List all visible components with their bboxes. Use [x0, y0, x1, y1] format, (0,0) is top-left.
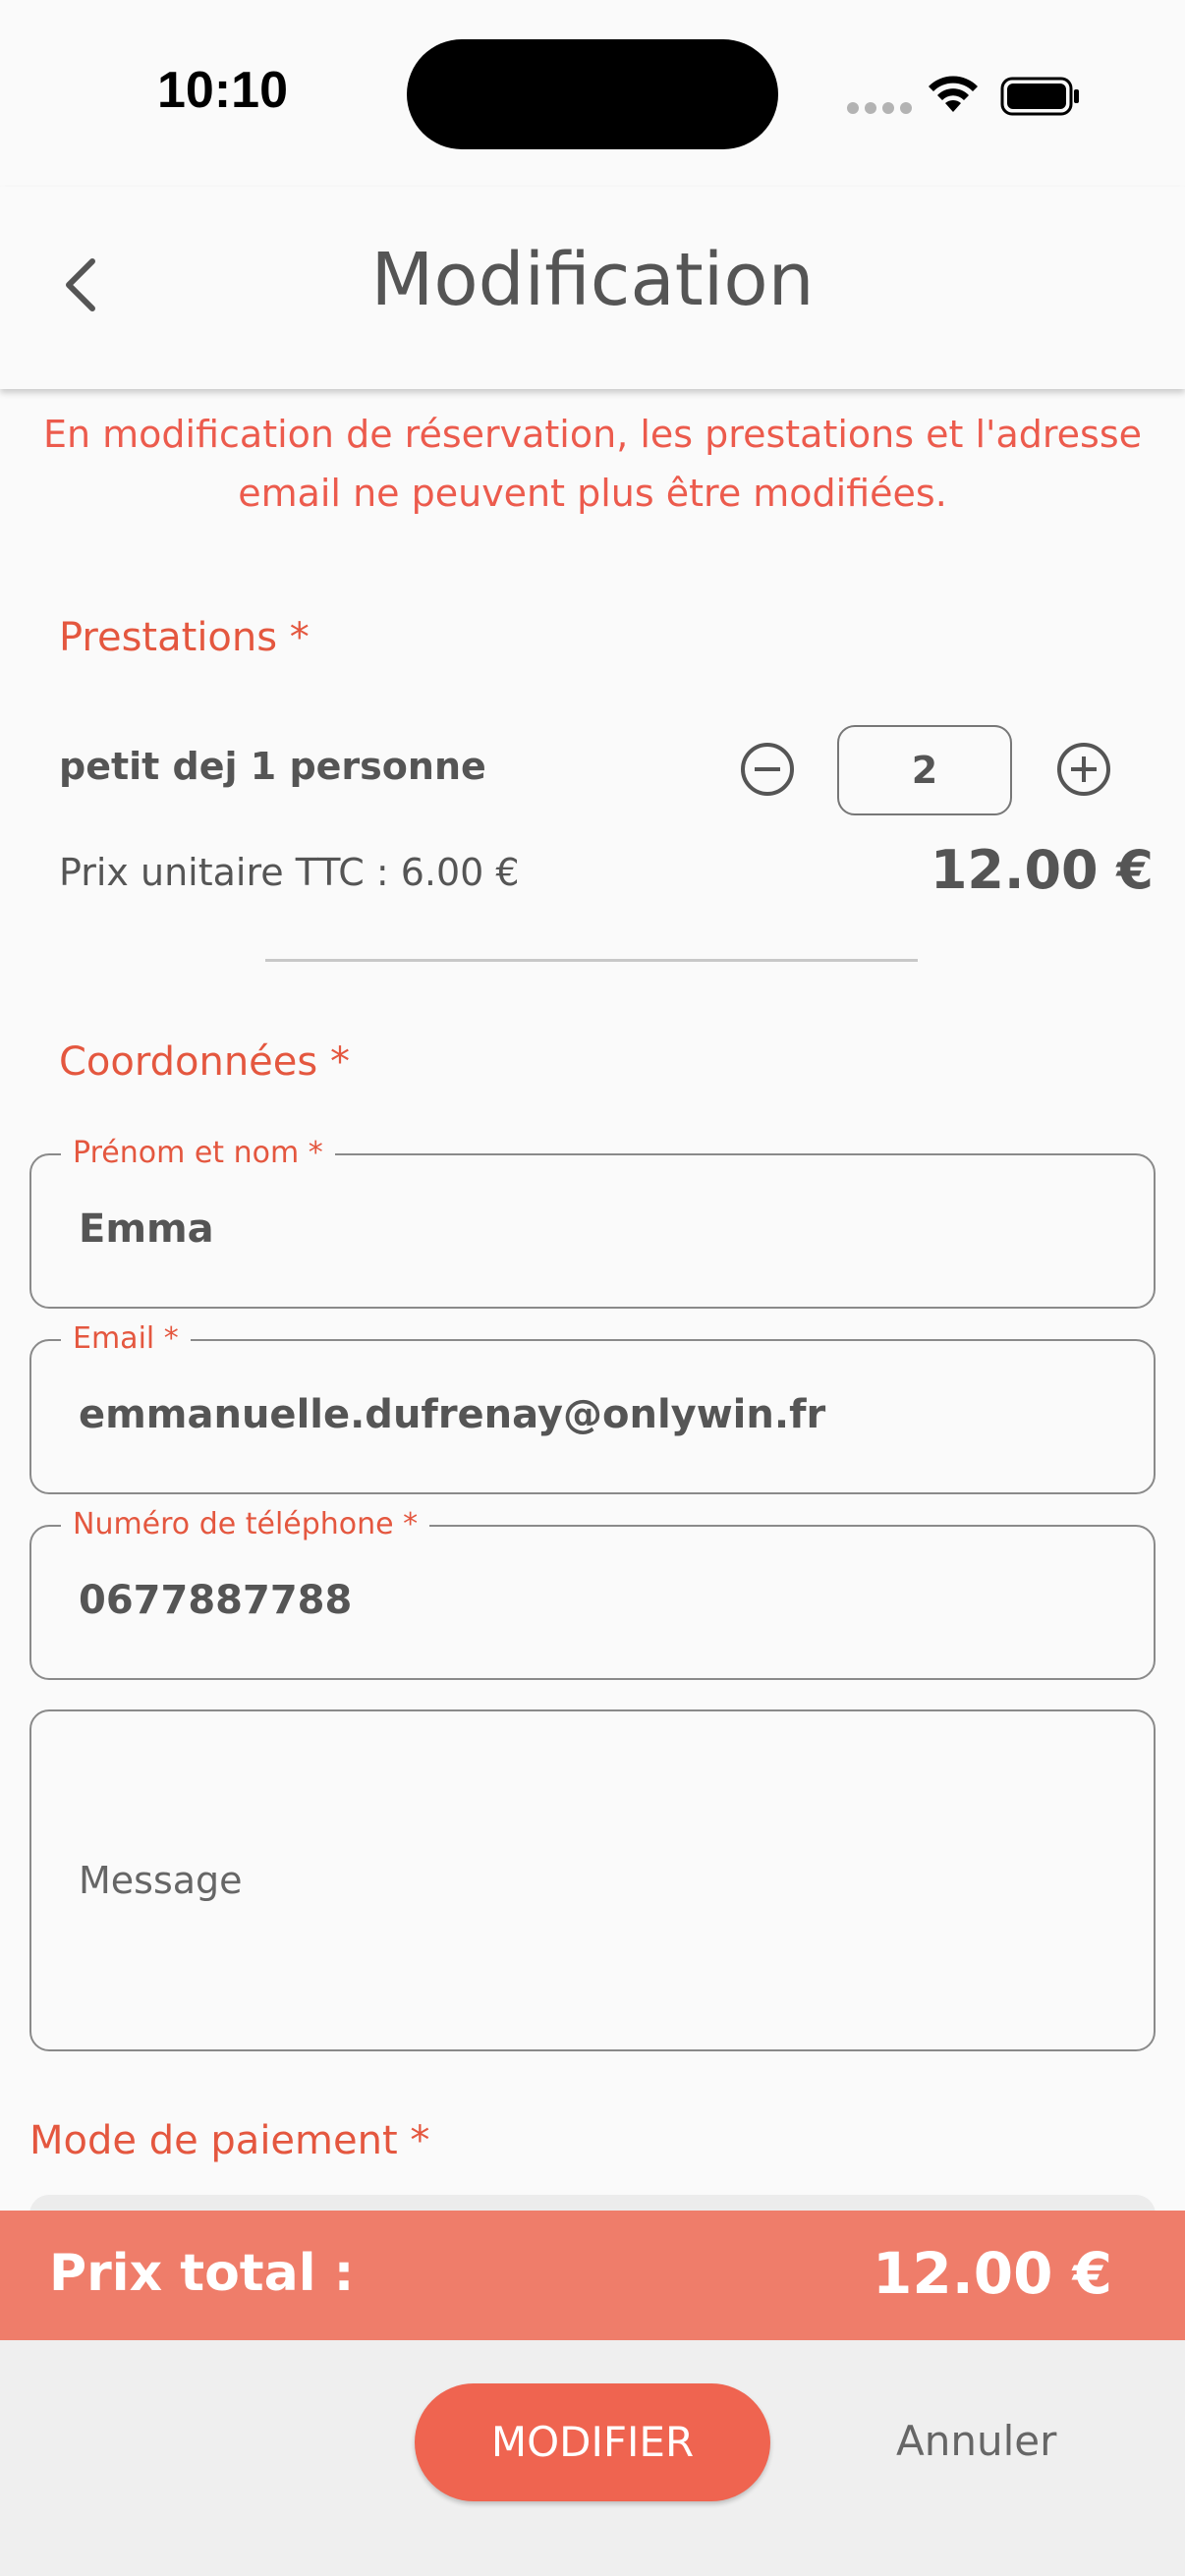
app-header: Modification [0, 187, 1185, 389]
increase-quantity-button[interactable] [1057, 743, 1110, 796]
warning-line-1: En modification de réservation, les pres… [42, 413, 1143, 456]
phone-field[interactable]: Numéro de téléphone * 0677887788 [29, 1507, 1156, 1680]
cellular-signal-icon [847, 102, 912, 116]
status-time: 10:10 [157, 62, 288, 119]
quantity-input[interactable]: 2 [837, 725, 1012, 815]
wifi-icon [929, 76, 978, 112]
decrease-quantity-button[interactable] [741, 743, 794, 796]
unit-price: Prix unitaire TTC : 6.00 € [59, 851, 520, 894]
prestation-name: petit dej 1 personne [59, 745, 486, 788]
email-field-label: Email * [61, 1321, 191, 1356]
name-field-label: Prénom et nom * [61, 1136, 335, 1170]
total-bar: Prix total : 12.00 € [0, 2211, 1185, 2340]
bottom-actions: MODIFIER Annuler [0, 2340, 1185, 2576]
prestations-title: Prestations * [59, 615, 310, 660]
message-field[interactable]: Message [29, 1709, 1156, 2051]
dynamic-island [407, 39, 778, 149]
name-field-value: Emma [79, 1206, 214, 1252]
status-bar: 10:10 [0, 0, 1185, 187]
name-field[interactable]: Prénom et nom * Emma [29, 1136, 1156, 1309]
phone-field-value: 0677887788 [79, 1578, 353, 1623]
modify-button[interactable]: MODIFIER [415, 2383, 770, 2501]
prestation-row: petit dej 1 personne 2 [59, 719, 1159, 817]
coordonnees-title: Coordonnées * [59, 1039, 350, 1085]
warning-line-2: email ne peuvent plus être modifiées. [238, 472, 947, 515]
line-total: 12.00 € [930, 839, 1154, 901]
message-placeholder: Message [79, 1859, 243, 1902]
total-label: Prix total : [49, 2244, 355, 2303]
phone-field-label: Numéro de téléphone * [61, 1507, 430, 1541]
warning-message: En modification de réservation, les pres… [0, 405, 1185, 523]
email-field[interactable]: Email * emmanuelle.dufrenay@onlywin.fr [29, 1321, 1156, 1494]
page-title: Modification [370, 238, 815, 322]
payment-title: Mode de paiement * [29, 2118, 430, 2163]
email-field-value: emmanuelle.dufrenay@onlywin.fr [79, 1392, 826, 1437]
battery-icon [1000, 77, 1079, 116]
cancel-button[interactable]: Annuler [896, 2417, 1056, 2465]
total-value: 12.00 € [872, 2240, 1112, 2307]
divider [265, 959, 918, 962]
